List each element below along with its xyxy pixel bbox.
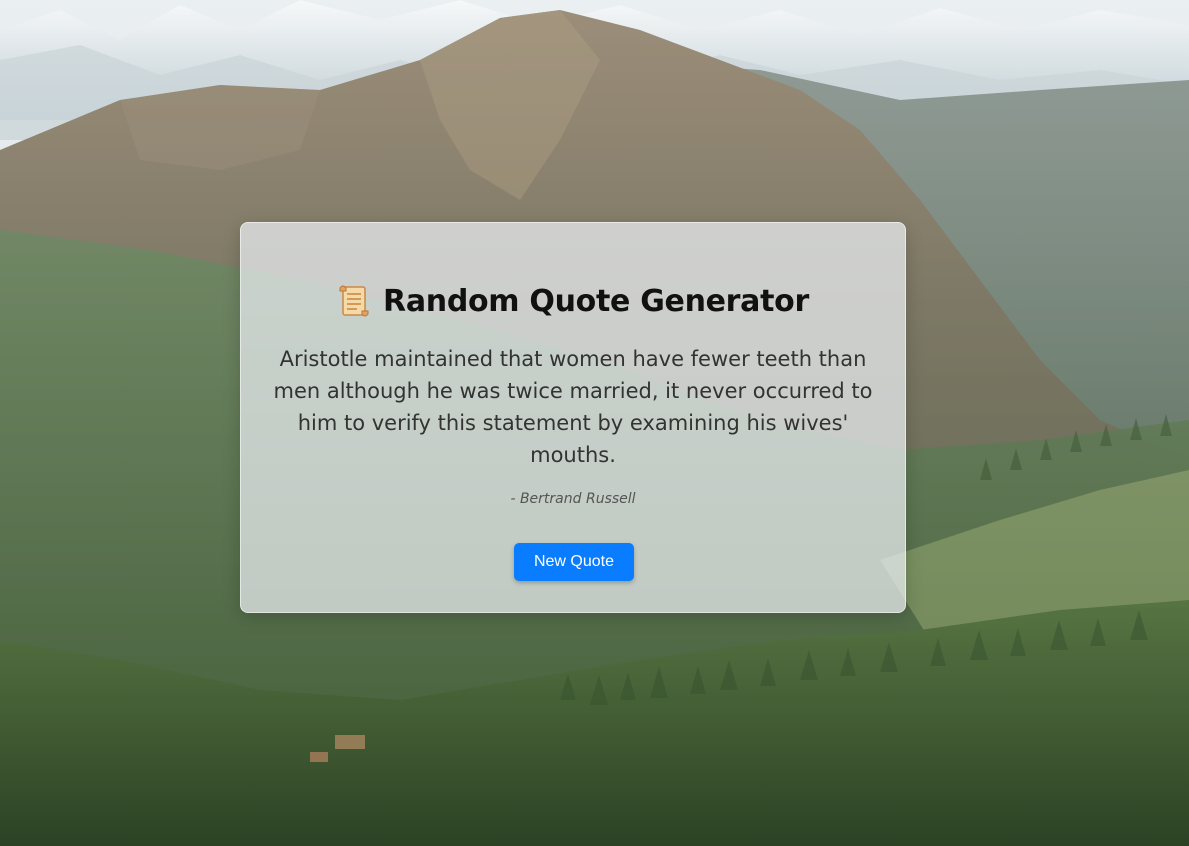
scroll-icon — [337, 283, 371, 319]
quote-author: - Bertrand Russell — [510, 491, 636, 507]
title-row: Random Quote Generator — [241, 283, 905, 319]
page-title: Random Quote Generator — [383, 283, 809, 319]
quote-card: Random Quote Generator Aristotle maintai… — [240, 222, 906, 613]
quote-text: Aristotle maintained that women have few… — [273, 347, 873, 467]
new-quote-button[interactable]: New Quote — [514, 543, 634, 581]
